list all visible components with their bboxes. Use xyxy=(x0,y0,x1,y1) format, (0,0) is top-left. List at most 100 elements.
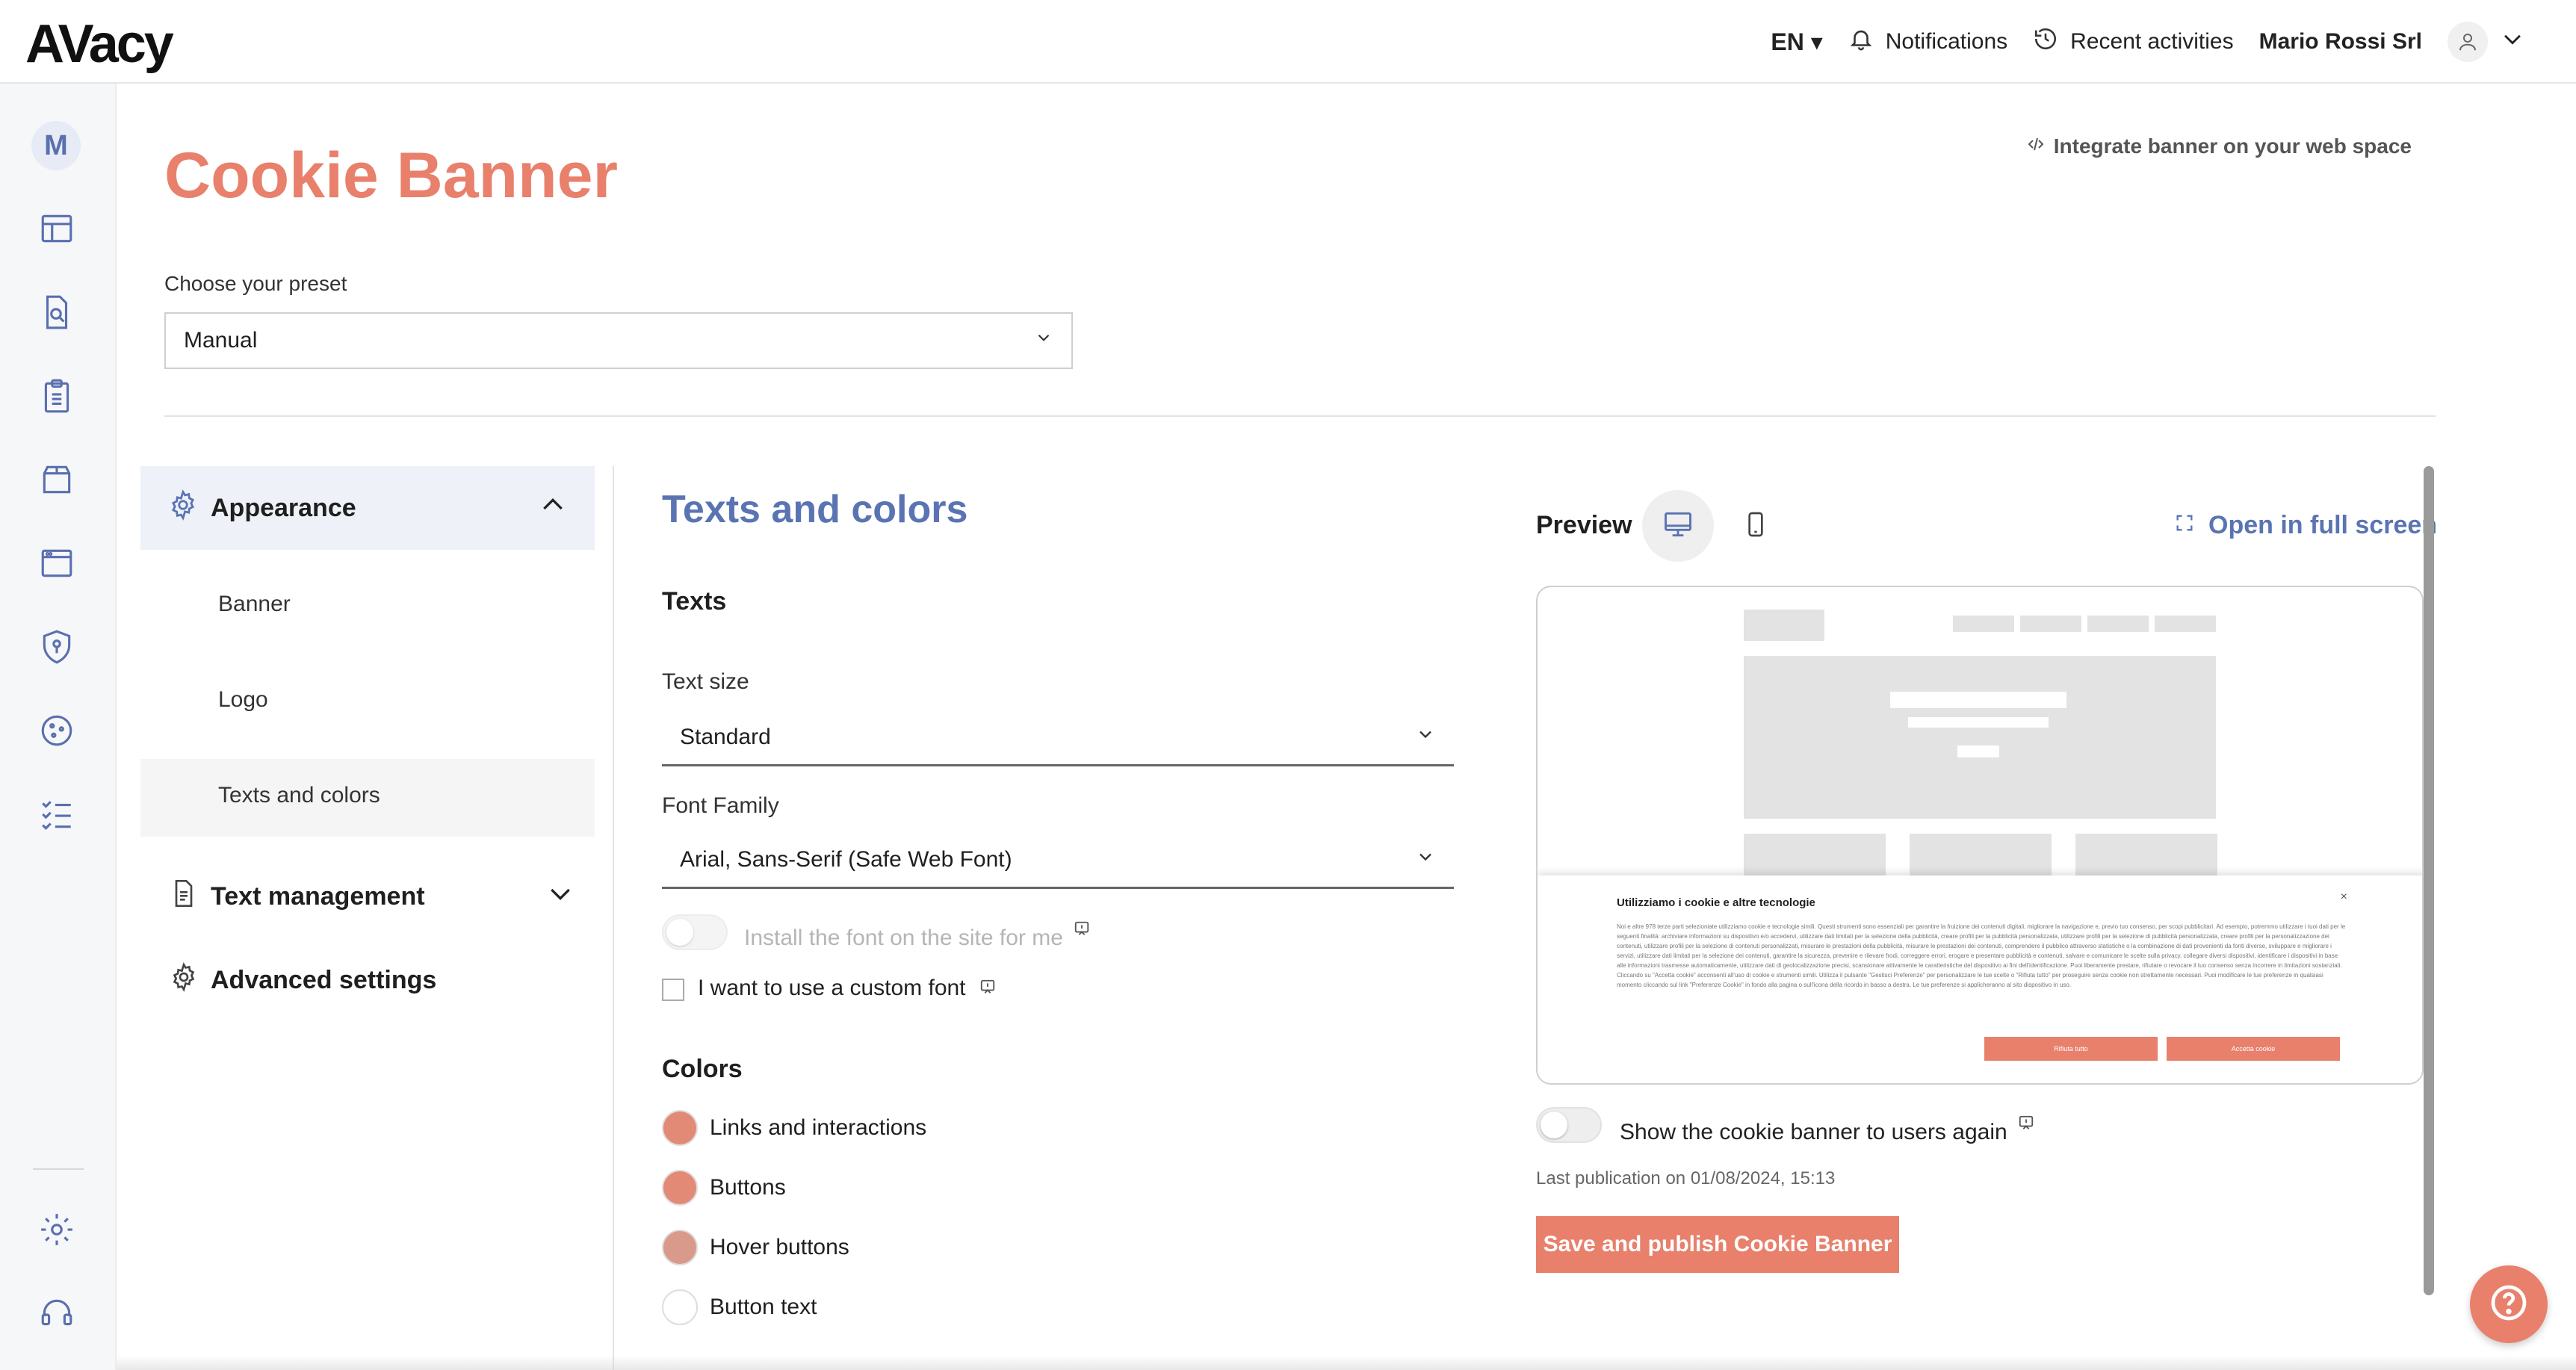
mock-nav xyxy=(2020,616,2081,632)
top-bar: AVacy EN ▾ Notifications Recent activiti… xyxy=(0,0,2576,84)
open-fullscreen-label: Open in full screen xyxy=(2208,511,2438,539)
gear-icon xyxy=(167,489,199,527)
mock-hero-line xyxy=(1890,692,2066,708)
menu-advanced-settings[interactable]: Advanced settings xyxy=(169,962,436,999)
color-swatch[interactable] xyxy=(662,1110,698,1146)
submenu-banner[interactable]: Banner xyxy=(218,592,291,617)
dashboard-icon[interactable] xyxy=(30,202,84,255)
color-label: Buttons xyxy=(710,1175,786,1200)
color-buttons-row[interactable]: Buttons xyxy=(662,1170,786,1206)
mock-hero xyxy=(1744,656,2216,819)
smartphone-icon xyxy=(1741,509,1771,543)
mock-card xyxy=(1744,834,1886,875)
install-font-toggle[interactable] xyxy=(662,914,728,950)
font-family-select[interactable]: Arial, Sans-Serif (Safe Web Font) xyxy=(662,832,1454,889)
notifications-link[interactable]: Notifications xyxy=(1848,26,2007,58)
document-search-icon[interactable] xyxy=(30,285,84,339)
mock-nav xyxy=(1953,616,2014,632)
bottom-fade xyxy=(117,1355,2576,1370)
color-swatch[interactable] xyxy=(662,1230,698,1265)
chevron-down-icon xyxy=(1415,724,1436,751)
help-button[interactable] xyxy=(2470,1265,2548,1343)
panel-divider xyxy=(613,466,614,1370)
account-name[interactable]: Mario Rossi Srl xyxy=(2259,29,2422,55)
app-logo[interactable]: AVacy xyxy=(25,13,174,75)
mock-hero-line xyxy=(1957,746,1999,757)
menu-text-management-label: Text management xyxy=(211,882,425,911)
submenu-texts-colors[interactable]: Texts and colors xyxy=(218,783,380,808)
recent-activities-link[interactable]: Recent activities xyxy=(2033,26,2234,58)
chevron-down-icon xyxy=(1415,846,1436,873)
install-font-label: Install the font on the site for me xyxy=(744,917,1090,951)
color-swatch[interactable] xyxy=(662,1289,698,1325)
custom-font-checkbox[interactable] xyxy=(662,979,684,1001)
banner-reject-button: Rifiuta tutto xyxy=(1984,1037,2158,1061)
archive-box-icon[interactable] xyxy=(30,453,84,506)
text-size-select[interactable]: Standard xyxy=(662,710,1454,766)
color-links-row[interactable]: Links and interactions xyxy=(662,1110,926,1146)
show-banner-again-label: Show the cookie banner to users again xyxy=(1620,1112,2034,1145)
banner-preview: Utilizziamo i cookie e altre tecnologie … xyxy=(1536,586,2424,1085)
chevron-down-icon xyxy=(2500,26,2525,58)
notifications-label: Notifications xyxy=(1885,29,2008,54)
banner-title: Utilizziamo i cookie e altre tecnologie xyxy=(1617,896,1815,909)
color-label: Button text xyxy=(710,1295,817,1319)
mock-logo xyxy=(1744,610,1824,641)
integrate-banner-label: Integrate banner on your web space xyxy=(2053,134,2412,158)
menu-text-management[interactable]: Text management xyxy=(169,878,575,915)
last-publication: Last publication on 01/08/2024, 15:13 xyxy=(1536,1168,1836,1188)
rail-divider xyxy=(33,1168,84,1170)
chevron-down-icon xyxy=(545,878,575,915)
menu-advanced-settings-label: Advanced settings xyxy=(211,966,437,994)
color-label: Hover buttons xyxy=(710,1235,849,1259)
chevron-down-icon xyxy=(1034,328,1053,353)
info-tooltip-icon[interactable] xyxy=(1074,917,1090,943)
color-swatch[interactable] xyxy=(662,1170,698,1206)
account-menu[interactable] xyxy=(2447,22,2525,62)
submenu-logo[interactable]: Logo xyxy=(218,687,268,713)
color-hover-row[interactable]: Hover buttons xyxy=(662,1230,849,1265)
text-size-value: Standard xyxy=(680,724,771,749)
shield-icon[interactable] xyxy=(30,620,84,674)
workspace-avatar[interactable]: M xyxy=(31,121,81,170)
mobile-preview-button[interactable] xyxy=(1732,502,1780,550)
bell-icon xyxy=(1848,26,1874,58)
info-tooltip-icon[interactable] xyxy=(979,976,996,1001)
expand-icon xyxy=(2174,511,2195,540)
menu-appearance-label: Appearance xyxy=(211,493,356,522)
text-size-label: Text size xyxy=(662,669,749,694)
font-family-label: Font Family xyxy=(662,793,779,818)
color-label: Links and interactions xyxy=(710,1115,927,1140)
preview-label: Preview xyxy=(1536,511,1632,539)
texts-heading: Texts xyxy=(662,587,727,616)
show-banner-again-toggle[interactable] xyxy=(1536,1107,1602,1143)
cookie-icon[interactable] xyxy=(30,704,84,757)
integrate-banner-link[interactable]: Integrate banner on your web space xyxy=(2027,134,2412,158)
document-icon xyxy=(169,878,199,915)
scrollbar[interactable] xyxy=(2424,466,2434,1295)
settings-gear-icon[interactable] xyxy=(30,1203,84,1256)
banner-text: Noi e altre 978 terze parti selezioniate… xyxy=(1617,923,2346,988)
mock-card xyxy=(1910,834,2052,875)
preset-select[interactable]: Manual xyxy=(164,312,1073,369)
desktop-preview-button[interactable] xyxy=(1642,490,1714,562)
close-icon: × xyxy=(2340,890,2347,903)
mock-nav xyxy=(2087,616,2149,632)
language-selector[interactable]: EN ▾ xyxy=(1771,28,1822,56)
colors-heading: Colors xyxy=(662,1055,743,1083)
checklist-icon[interactable] xyxy=(30,787,84,841)
mock-hero-line xyxy=(1908,717,2049,728)
preset-label: Choose your preset xyxy=(164,272,347,295)
info-tooltip-icon[interactable] xyxy=(2018,1112,2034,1137)
color-button-text-row[interactable]: Button text xyxy=(662,1289,817,1325)
code-icon xyxy=(2027,134,2045,158)
question-icon xyxy=(2488,1282,2530,1327)
open-fullscreen-link[interactable]: Open in full screen xyxy=(2174,511,2437,540)
menu-appearance[interactable]: Appearance xyxy=(140,466,595,550)
clipboard-list-icon[interactable] xyxy=(30,369,84,423)
custom-font-label: I want to use a custom font xyxy=(698,976,996,1001)
page-title: Cookie Banner xyxy=(164,140,618,211)
save-publish-button[interactable]: Save and publish Cookie Banner xyxy=(1536,1216,1899,1273)
support-headset-icon[interactable] xyxy=(30,1286,84,1340)
browser-window-icon[interactable] xyxy=(30,536,84,590)
